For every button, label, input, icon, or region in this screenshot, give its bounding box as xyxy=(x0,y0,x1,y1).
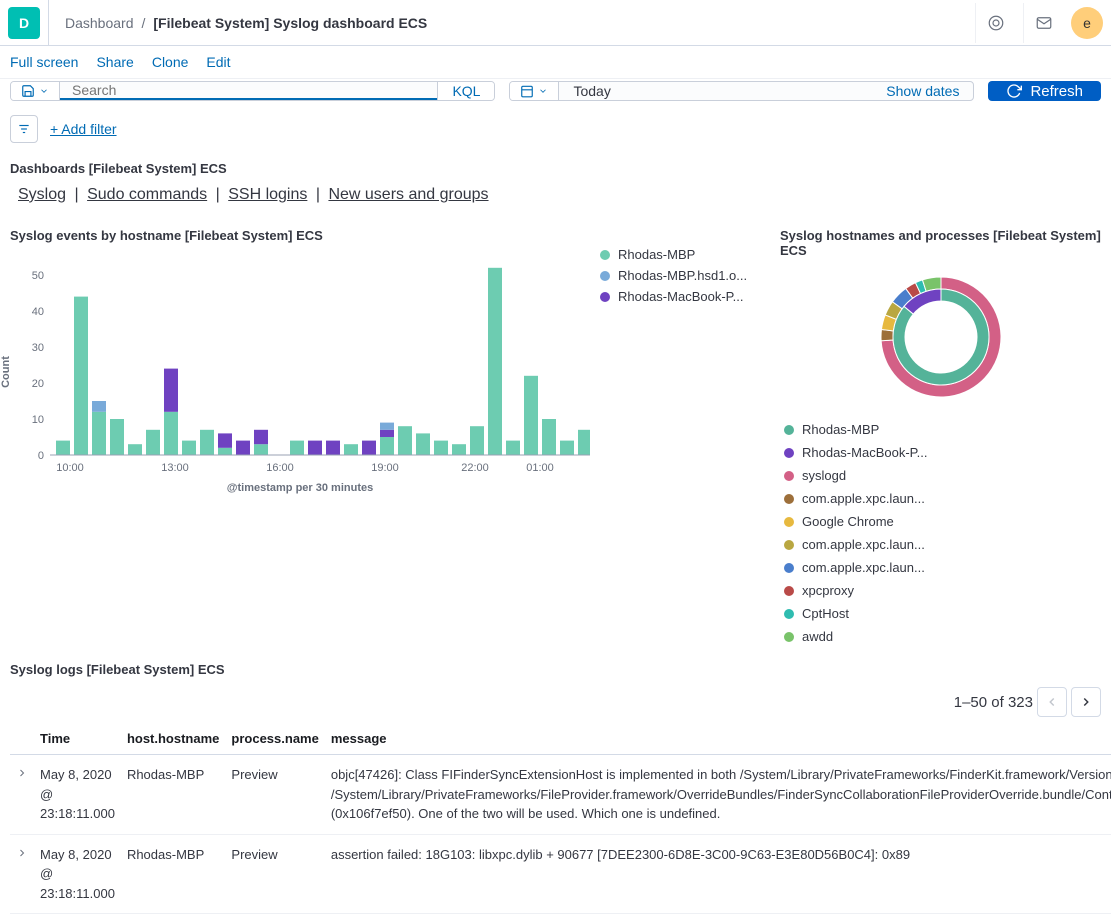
svg-text:30: 30 xyxy=(32,342,44,354)
col-process[interactable]: process.name xyxy=(225,723,324,755)
date-range-label[interactable]: Today xyxy=(559,82,872,100)
legend-item[interactable]: CptHost xyxy=(784,606,934,621)
svg-text:13:00: 13:00 xyxy=(161,462,189,474)
legend-item[interactable]: Rhodas-MBP xyxy=(600,247,747,262)
donut-title: Syslog hostnames and processes [Filebeat… xyxy=(780,228,1101,258)
col-time[interactable]: Time xyxy=(34,723,121,755)
svg-text:40: 40 xyxy=(32,306,44,318)
filter-options-button[interactable] xyxy=(10,115,38,143)
date-picker-button[interactable] xyxy=(510,82,559,100)
histogram-legend: Rhodas-MBP Rhodas-MBP.hsd1.o... Rhodas-Mac… xyxy=(600,247,747,497)
table-row[interactable]: May 8, 2020 @ 23:18:11.000 Rhodas-MBP Pr… xyxy=(10,834,1111,914)
logs-table: Time host.hostname process.name message … xyxy=(10,723,1111,914)
svg-text:20: 20 xyxy=(32,378,44,390)
svg-text:0: 0 xyxy=(38,450,44,462)
donut-chart[interactable] xyxy=(866,262,1016,412)
dashboard-nav-links: Syslog | Sudo commands | SSH logins | Ne… xyxy=(18,186,1101,204)
svg-text:10: 10 xyxy=(32,414,44,426)
svg-text:01:00: 01:00 xyxy=(526,462,554,474)
cell-process: Preview xyxy=(225,755,324,835)
breadcrumb: Dashboard / [Filebeat System] Syslog das… xyxy=(65,15,427,31)
breadcrumb-current: [Filebeat System] Syslog dashboard ECS xyxy=(153,15,427,31)
pager-prev-button[interactable] xyxy=(1037,687,1067,717)
legend-item[interactable]: com.apple.xpc.laun... xyxy=(784,491,934,506)
saved-queries-button[interactable] xyxy=(11,82,60,100)
app-logo[interactable]: D xyxy=(8,7,40,39)
chevron-left-icon xyxy=(1045,695,1059,709)
clone-link[interactable]: Clone xyxy=(152,54,189,70)
edit-link[interactable]: Edit xyxy=(206,54,230,70)
refresh-icon xyxy=(1006,83,1022,99)
search-input[interactable] xyxy=(60,82,437,100)
filter-bar: + Add filter xyxy=(0,109,1111,153)
histogram-chart[interactable]: 0 10 20 30 40 50 10:00 13:00 16:00 19:00 22:00 01:0… xyxy=(10,247,590,477)
query-bar: KQL Today Show dates Refresh xyxy=(0,81,1111,109)
breadcrumb-root[interactable]: Dashboard xyxy=(65,15,134,31)
legend-item[interactable]: xpcproxy xyxy=(784,583,934,598)
svg-text:22:00: 22:00 xyxy=(461,462,489,474)
logs-title: Syslog logs [Filebeat System] ECS xyxy=(10,662,1101,677)
legend-item[interactable]: Rhodas-MBP xyxy=(784,422,934,437)
col-message[interactable]: message xyxy=(325,723,1111,755)
chevron-right-icon xyxy=(1079,695,1093,709)
cell-hostname: Rhodas-MBP xyxy=(121,755,225,835)
histogram-xlabel: @timestamp per 30 minutes xyxy=(10,482,590,494)
nav-syslog[interactable]: Syslog xyxy=(18,186,66,203)
nav-users[interactable]: New users and groups xyxy=(328,186,488,203)
legend-item[interactable]: Rhodas-MBP.hsd1.o... xyxy=(600,268,747,283)
histogram-title: Syslog events by hostname [Filebeat Syst… xyxy=(10,228,760,243)
histogram-ylabel: Count xyxy=(0,356,12,388)
refresh-button[interactable]: Refresh xyxy=(988,81,1101,101)
svg-text:10:00: 10:00 xyxy=(56,462,84,474)
chevron-down-icon xyxy=(39,86,49,96)
cell-process: Preview xyxy=(225,834,324,914)
donut-panel: Syslog hostnames and processes [Filebeat… xyxy=(780,220,1101,644)
chevron-right-icon[interactable] xyxy=(16,767,28,779)
show-dates-link[interactable]: Show dates xyxy=(872,82,973,100)
cell-time: May 8, 2020 @ 23:18:11.000 xyxy=(34,834,121,914)
legend-item[interactable]: com.apple.xpc.laun... xyxy=(784,560,934,575)
full-screen-link[interactable]: Full screen xyxy=(10,54,78,70)
legend-item[interactable]: Rhodas-MacBook-P... xyxy=(600,289,747,304)
legend-item[interactable]: Google Chrome xyxy=(784,514,934,529)
app-header: D Dashboard / [Filebeat System] Syslog d… xyxy=(0,0,1111,46)
donut-legend: Rhodas-MBP Rhodas-MacBook-P... syslogd com.… xyxy=(780,422,1101,644)
cell-message: assertion failed: 18G103: libxpc.dylib +… xyxy=(325,834,1111,914)
pager-text: 1–50 of 323 xyxy=(954,694,1033,711)
cell-hostname: Rhodas-MBP xyxy=(121,834,225,914)
svg-text:19:00: 19:00 xyxy=(371,462,399,474)
logs-panel: Syslog logs [Filebeat System] ECS 1–50 o… xyxy=(10,662,1101,914)
share-link[interactable]: Share xyxy=(96,54,133,70)
legend-item[interactable]: awdd xyxy=(784,629,934,644)
svg-text:16:00: 16:00 xyxy=(266,462,294,474)
legend-item[interactable]: Rhodas-MacBook-P... xyxy=(784,445,934,460)
add-filter-button[interactable]: + Add filter xyxy=(50,121,117,137)
nav-sudo[interactable]: Sudo commands xyxy=(87,186,207,203)
table-row[interactable]: May 8, 2020 @ 23:18:11.000 Rhodas-MBP Pr… xyxy=(10,755,1111,835)
legend-item[interactable]: com.apple.xpc.laun... xyxy=(784,537,934,552)
cell-time: May 8, 2020 @ 23:18:11.000 xyxy=(34,755,121,835)
col-hostname[interactable]: host.hostname xyxy=(121,723,225,755)
chevron-down-icon xyxy=(538,86,548,96)
svg-text:50: 50 xyxy=(32,270,44,282)
chevron-right-icon[interactable] xyxy=(16,847,28,859)
newsfeed-icon[interactable] xyxy=(975,3,1015,43)
nav-ssh[interactable]: SSH logins xyxy=(228,186,307,203)
dashboard-toolbar: Full screen Share Clone Edit xyxy=(0,46,1111,79)
pager-next-button[interactable] xyxy=(1071,687,1101,717)
cell-message: objc[47426]: Class FIFinderSyncExtension… xyxy=(325,755,1111,835)
kql-toggle[interactable]: KQL xyxy=(437,82,494,100)
dashboards-heading: Dashboards [Filebeat System] ECS xyxy=(10,161,1101,176)
histogram-panel: Syslog events by hostname [Filebeat Syst… xyxy=(10,220,760,644)
avatar[interactable]: e xyxy=(1071,7,1103,39)
legend-item[interactable]: syslogd xyxy=(784,468,934,483)
mail-icon[interactable] xyxy=(1023,3,1063,43)
